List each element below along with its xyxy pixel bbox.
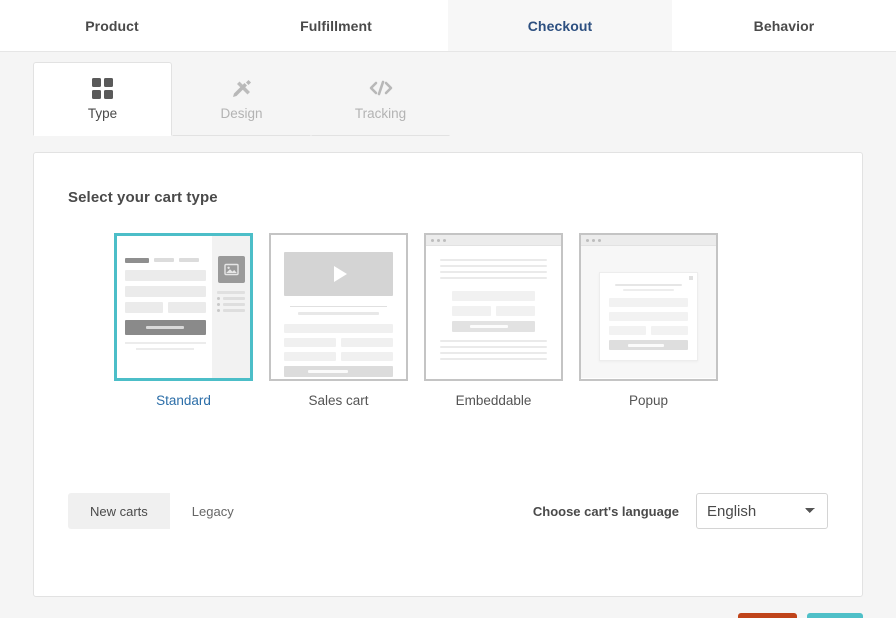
cart-type-card-standard[interactable]: Standard [114, 233, 253, 408]
cart-type-label-sales-cart: Sales cart [308, 393, 368, 408]
play-icon [334, 266, 347, 282]
standard-sidebar-area [212, 236, 250, 378]
cart-type-label-embeddable: Embeddable [456, 393, 532, 408]
standard-preview [114, 233, 253, 381]
video-placeholder [284, 252, 393, 296]
panel-bottom-row: New carts Legacy Choose cart's language … [34, 493, 862, 529]
cart-version-segmented-control: New carts Legacy [68, 493, 256, 529]
popup-preview [579, 233, 718, 381]
popup-cta-bar [609, 340, 688, 350]
tab-checkout-label: Checkout [528, 18, 593, 34]
grid-icon [92, 77, 113, 99]
subtab-tracking-label: Tracking [355, 106, 406, 121]
embeddable-cta-bar [452, 321, 535, 332]
tab-product-label: Product [85, 18, 139, 34]
subtab-tracking[interactable]: Tracking [311, 62, 450, 136]
page-body: Type Design [0, 52, 896, 618]
tab-fulfillment-label: Fulfillment [300, 18, 372, 34]
segment-legacy[interactable]: Legacy [170, 493, 256, 529]
cart-type-card-sales-cart[interactable]: Sales cart [269, 233, 408, 408]
tab-behavior-label: Behavior [754, 18, 815, 34]
close-icon [689, 276, 693, 280]
tab-checkout[interactable]: Checkout [448, 0, 672, 51]
wand-pencil-icon [230, 77, 254, 99]
cart-type-label-popup: Popup [629, 393, 668, 408]
panel-title: Select your cart type [68, 189, 862, 206]
sales-cart-preview [269, 233, 408, 381]
cart-type-label-standard: Standard [156, 393, 211, 408]
cart-type-card-embeddable[interactable]: Embeddable [424, 233, 563, 408]
language-select[interactable]: English [696, 493, 828, 529]
standard-cta-bar [125, 320, 206, 335]
cart-type-card-popup[interactable]: Popup [579, 233, 718, 408]
wizard-footer: Back Next [738, 613, 863, 618]
secondary-tab-bar: Type Design [0, 52, 896, 136]
standard-header-row [125, 258, 206, 263]
popup-modal-mock [599, 272, 698, 361]
subtab-type[interactable]: Type [33, 62, 172, 136]
tab-fulfillment[interactable]: Fulfillment [224, 0, 448, 51]
standard-form-area [117, 236, 214, 378]
tab-behavior[interactable]: Behavior [672, 0, 896, 51]
sales-cart-cta-bar [284, 366, 393, 377]
language-label: Choose cart's language [533, 504, 679, 519]
primary-tab-bar: Product Fulfillment Checkout Behavior [0, 0, 896, 52]
next-button[interactable]: Next [807, 613, 863, 618]
tab-product[interactable]: Product [0, 0, 224, 51]
embeddable-preview [424, 233, 563, 381]
segment-new-carts[interactable]: New carts [68, 493, 170, 529]
image-placeholder-icon [218, 256, 245, 283]
cart-type-card-list: Standard Sa [114, 233, 862, 408]
back-button[interactable]: Back [738, 613, 797, 618]
subtab-design[interactable]: Design [172, 62, 311, 136]
language-selector-group: Choose cart's language English [533, 493, 828, 529]
subtab-design-label: Design [220, 106, 262, 121]
code-brackets-icon [367, 77, 395, 99]
browser-chrome-bar [426, 235, 561, 246]
cart-type-panel: Select your cart type [33, 152, 863, 597]
browser-chrome-bar [581, 235, 716, 246]
subtab-type-label: Type [88, 106, 117, 121]
